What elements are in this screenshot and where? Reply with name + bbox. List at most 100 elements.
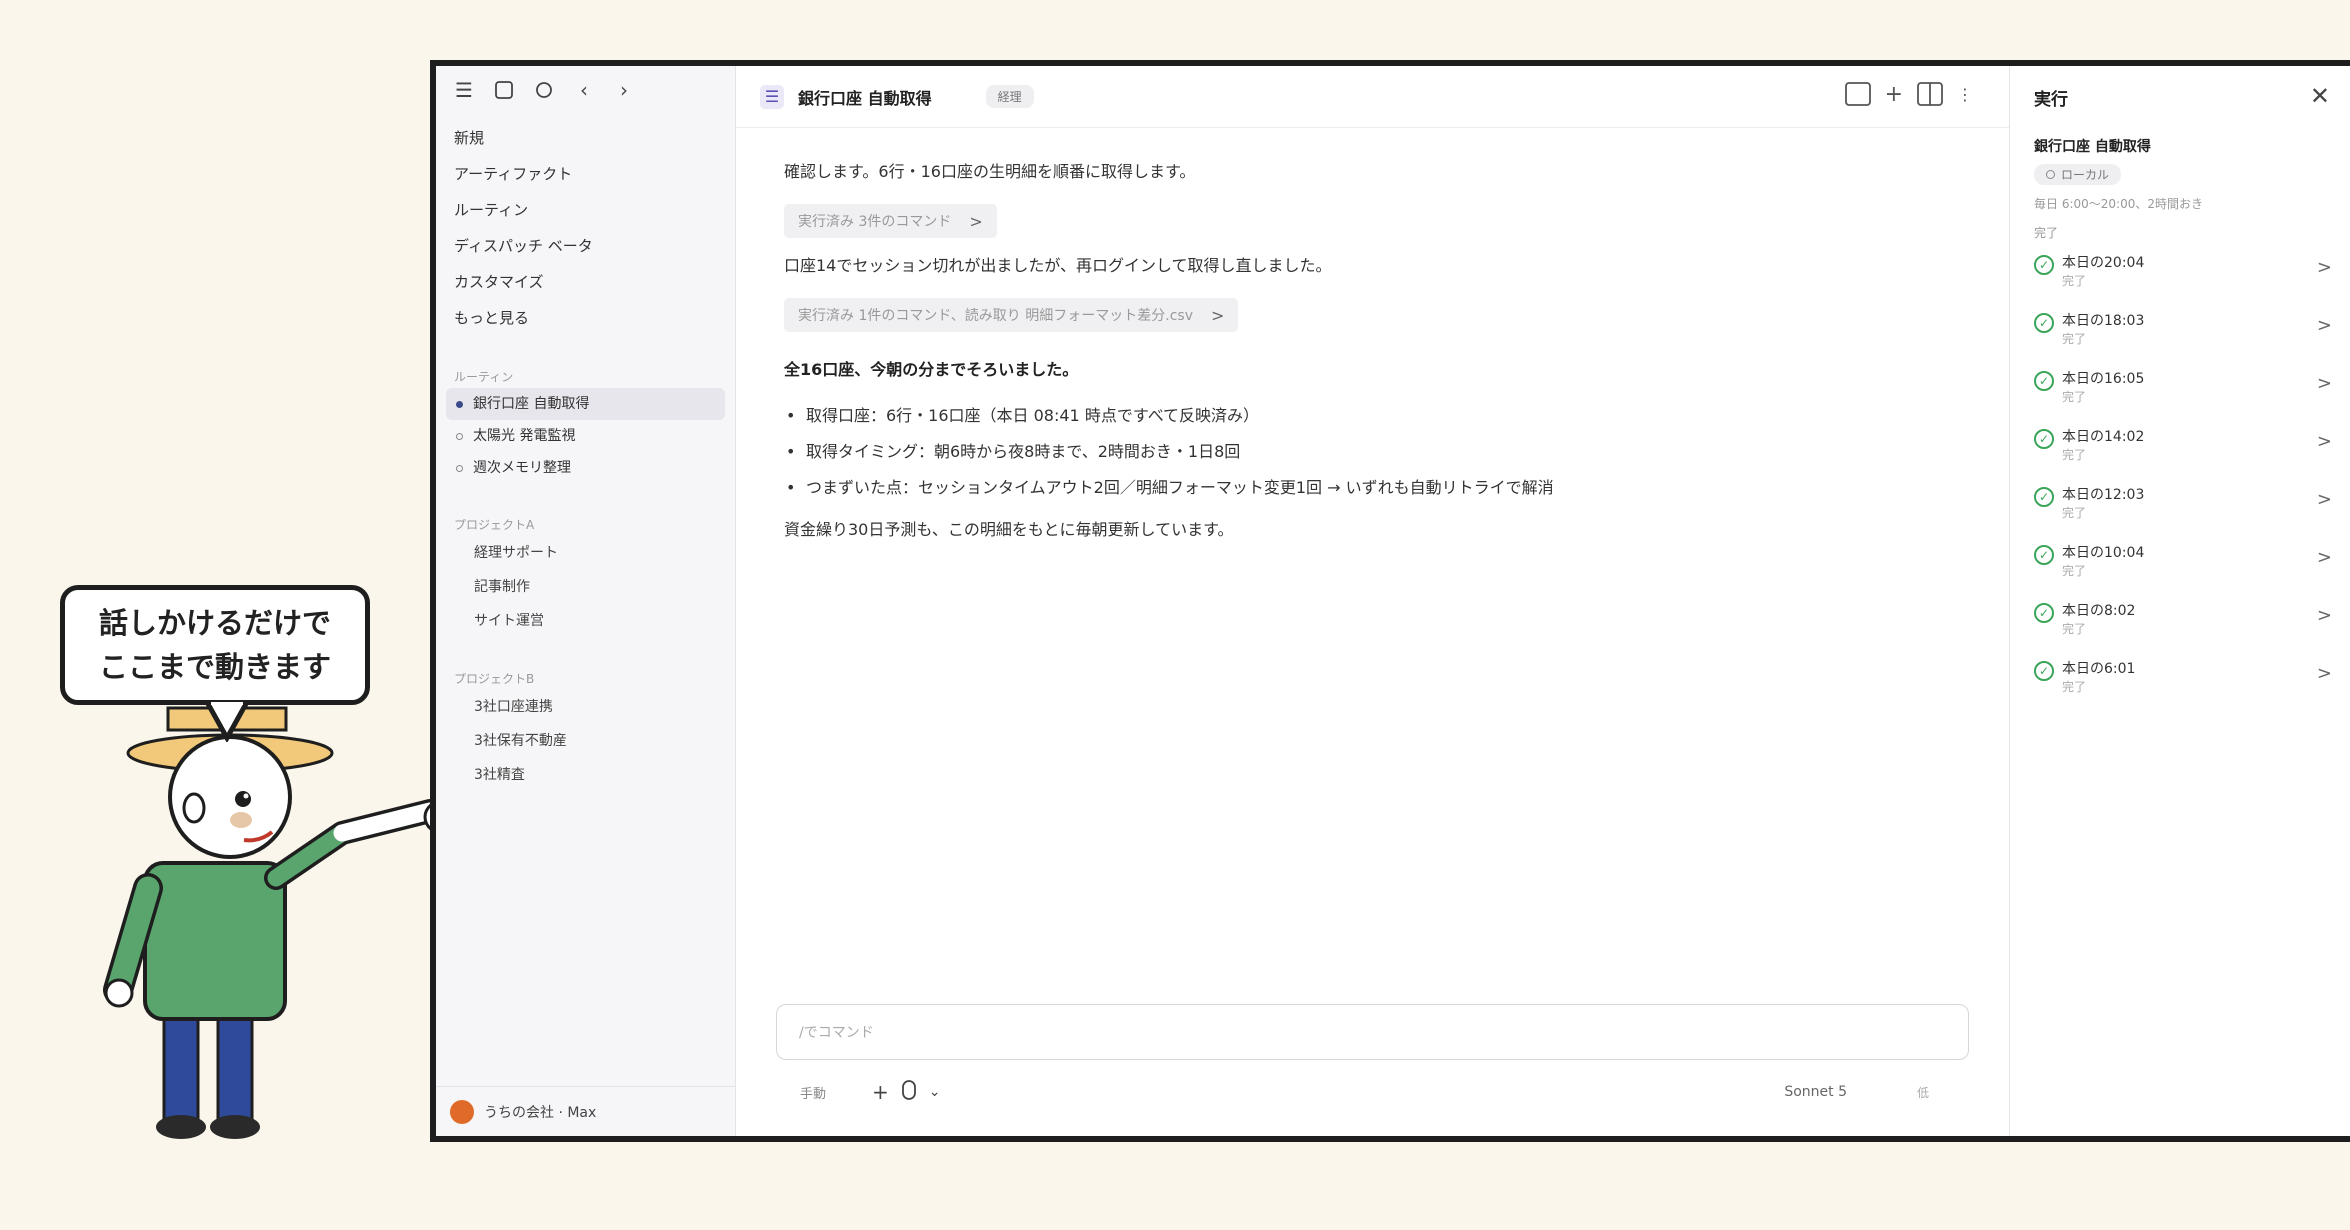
split-view-icon[interactable] [1917,80,1943,108]
circle-icon[interactable] [534,80,554,100]
command-chip[interactable]: 実行済み 3件のコマンド > [784,204,997,238]
routine-title: 銀行口座 自動取得 [2034,139,2151,155]
run-status: 完了 [2062,622,2087,636]
run-history-item[interactable]: ✓ 本日の12:03 完了 > [2034,485,2350,543]
back-arrow-icon[interactable]: ‹ [574,78,594,102]
run-history-item[interactable]: ✓ 本日の6:01 完了 > [2034,659,2350,717]
list-item: 取得タイミング：朝6時から夜8時まで、2時間おき・1日8回 [784,434,2009,470]
assistant-message: 口座14でセッション切れが出ましたが、再ログインして取得し直しました。 [784,256,1332,275]
window-icon[interactable] [1844,80,1871,108]
run-time: 本日の20:04 [2062,255,2145,271]
close-icon[interactable]: ✕ [2310,82,2330,110]
plus-icon[interactable]: + [1885,80,1903,108]
account-footer[interactable]: うちの会社 · Max [436,1086,735,1136]
nav-more[interactable]: もっと見る [436,300,735,336]
square-icon[interactable] [494,80,514,100]
chevron-right-icon: > [2316,431,2332,452]
run-history-item[interactable]: ✓ 本日の20:04 完了 > [2034,253,2350,311]
assistant-message: 資金繰り30日予測も、この明細をもとに毎朝更新しています。 [784,520,1234,539]
run-status: 完了 [2062,448,2087,462]
run-history: ✓ 本日の20:04 完了 > ✓ 本日の18:03 完了 > ✓ 本日の16:05… [2034,253,2350,717]
account-label: うちの会社 · Max [484,1104,597,1121]
run-status: 完了 [2062,680,2087,694]
model-selector[interactable]: Sonnet 5 [1784,1084,1847,1100]
composer-toolbar: 手動 + ⌄ Sonnet 5 低 [776,1076,1969,1108]
chevron-right-icon: > [2316,489,2332,510]
menu-icon[interactable]: ☰ [454,78,474,102]
check-circle-icon: ✓ [2034,487,2054,507]
bubble-line-2: ここまで動きます [98,650,331,684]
project-a-item[interactable]: 記事制作 [436,570,735,604]
project-a-item[interactable]: 経理サポート [436,536,735,570]
routine-item-solar[interactable]: 太陽光 発電監視 [446,420,725,452]
check-circle-icon: ✓ [2034,313,2054,333]
project-b-item[interactable]: 3社精査 [436,758,735,792]
routine-label: 太陽光 発電監視 [473,428,576,444]
header-actions: + ⋮ [1844,80,1973,108]
run-panel-title: 実行 [2034,89,2068,110]
command-chip[interactable]: 実行済み 1件のコマンド、読み取り 明細フォーマット差分.csv > [784,298,1239,332]
nav-routines[interactable]: ルーティン [436,192,735,228]
run-status: 完了 [2062,506,2087,520]
run-history-item[interactable]: ✓ 本日の16:05 完了 > [2034,369,2350,427]
nav-dispatch-beta[interactable]: ディスパッチ ベータ [436,228,735,264]
main-panel: ☰ 銀行口座 自動取得 経理 + ⋮ 確認します。6行・16口座の生明細を順番に… [736,66,2010,1136]
project-b-label: プロジェクトB [454,672,535,686]
more-vertical-icon[interactable]: ⋮ [1957,80,1973,108]
summary-list: 取得口座：6行・16口座（本日 08:41 時点ですべて反映済み） 取得タイミン… [784,398,2009,506]
app-window: ☰ ‹ › 新規 アーティファクト ルーティン ディスパッチ ベータ カスタマイ… [430,60,2350,1142]
chevron-right-icon: > [969,211,983,231]
mode-selector[interactable]: 手動 [800,1083,826,1102]
project-b-item[interactable]: 3社口座連携 [436,690,735,724]
assistant-message: 確認します。6行・16口座の生明細を順番に取得します。 [784,162,1196,181]
nav-artifacts[interactable]: アーティファクト [436,156,735,192]
local-icon [2046,170,2055,179]
run-status: 完了 [2034,226,2059,240]
speech-bubble-tail [205,702,249,742]
chevron-right-icon: > [2316,315,2332,336]
run-time: 本日の18:03 [2062,313,2145,329]
project-b-item[interactable]: 3社保有不動産 [436,724,735,758]
attach-icon[interactable] [901,1079,917,1106]
routines-section-label: ルーティン [454,370,514,384]
routine-item-bank[interactable]: 銀行口座 自動取得 [446,388,725,420]
sidebar-toolbar: ☰ ‹ › [436,66,735,114]
inactive-dot-icon [456,464,463,472]
command-chip-label: 実行済み 3件のコマンド [798,214,952,230]
run-time: 本日の12:03 [2062,487,2145,503]
nav-customize[interactable]: カスタマイズ [436,264,735,300]
run-history-item[interactable]: ✓ 本日の14:02 完了 > [2034,427,2350,485]
schedule-text: 毎日 6:00〜20:00、2時間おき [2034,197,2203,211]
effort-selector[interactable]: 低 [1917,1084,1929,1101]
check-circle-icon: ✓ [2034,545,2054,565]
bubble-line-1: 話しかけるだけで [98,606,331,640]
command-input[interactable]: /でコマンド [776,1004,1969,1060]
run-time: 本日の6:01 [2062,661,2136,677]
run-status: 完了 [2062,564,2087,578]
sidebar-nav: 新規 アーティファクト ルーティン ディスパッチ ベータ カスタマイズ もっと見… [436,120,735,336]
category-tag[interactable]: 経理 [985,85,1034,108]
check-circle-icon: ✓ [2034,429,2054,449]
summary-heading: 全16口座、今朝の分までそろいました。 [784,360,1079,379]
nav-new[interactable]: 新規 [436,120,735,156]
add-icon[interactable]: + [872,1080,889,1104]
list-item: 取得口座：6行・16口座（本日 08:41 時点ですべて反映済み） [784,398,2009,434]
local-badge-label: ローカル [2061,168,2110,182]
routine-label: 銀行口座 自動取得 [473,396,590,412]
run-history-item[interactable]: ✓ 本日の10:04 完了 > [2034,543,2350,601]
chevron-down-icon[interactable]: ⌄ [929,1084,941,1100]
chevron-right-icon: > [2316,547,2332,568]
speech-bubble: 話しかけるだけで ここまで動きます [60,585,370,705]
run-time: 本日の8:02 [2062,603,2136,619]
run-history-item[interactable]: ✓ 本日の18:03 完了 > [2034,311,2350,369]
chevron-right-icon: > [2316,373,2332,394]
routine-item-memory[interactable]: 週次メモリ整理 [446,452,725,484]
sidebar: ☰ ‹ › 新規 アーティファクト ルーティン ディスパッチ ベータ カスタマイ… [436,66,736,1136]
check-circle-icon: ✓ [2034,371,2054,391]
project-a-item[interactable]: サイト運営 [436,604,735,638]
project-a-label: プロジェクトA [454,518,535,532]
run-panel-header: 実行 ✕ [2034,66,2350,128]
forward-arrow-icon[interactable]: › [614,78,634,102]
inactive-dot-icon [456,432,463,440]
run-history-item[interactable]: ✓ 本日の8:02 完了 > [2034,601,2350,659]
